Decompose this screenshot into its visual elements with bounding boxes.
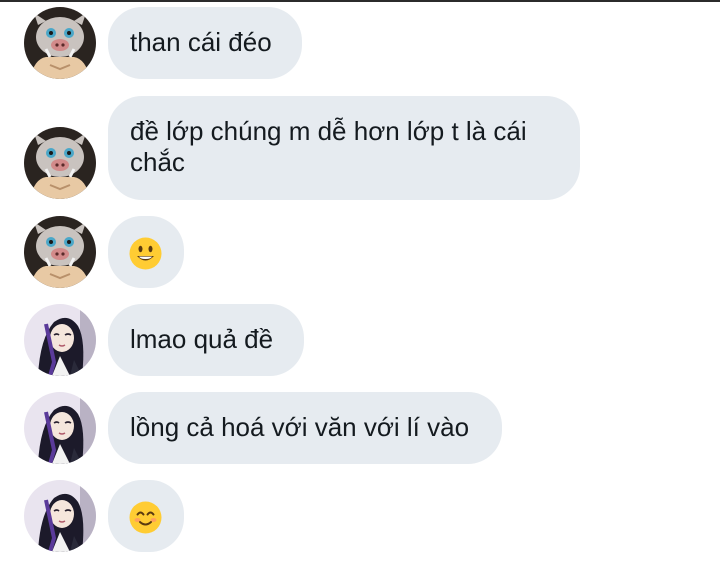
avatar[interactable] [24, 392, 96, 464]
message-row: than cái đéo [0, 7, 720, 79]
message-row: lmao quả đề [0, 304, 720, 376]
message-bubble[interactable]: lmao quả đề [108, 304, 304, 376]
message-bubble[interactable] [108, 480, 184, 552]
message-bubble[interactable]: đề lớp chúng m dễ hơn lớp t là cái chắc [108, 96, 580, 200]
avatar[interactable] [24, 304, 96, 376]
message-row: lồng cả hoá với văn với lí vào [0, 392, 720, 464]
message-row [0, 480, 720, 552]
avatar[interactable] [24, 480, 96, 552]
message-text: đề lớp chúng m dễ hơn lớp t là cái chắc [130, 116, 527, 177]
message-text: than cái đéo [130, 27, 272, 57]
avatar[interactable] [24, 127, 96, 199]
top-divider [0, 0, 720, 2]
avatar[interactable] [24, 216, 96, 288]
message-text: lồng cả hoá với văn với lí vào [130, 412, 470, 442]
message-bubble[interactable]: than cái đéo [108, 7, 302, 79]
avatar[interactable] [24, 7, 96, 79]
message-row: đề lớp chúng m dễ hơn lớp t là cái chắc [0, 96, 720, 200]
grinning-face-icon [129, 237, 162, 270]
message-bubble[interactable]: lồng cả hoá với văn với lí vào [108, 392, 502, 464]
smiling-face-with-smiling-eyes-icon [129, 501, 162, 534]
message-bubble[interactable] [108, 216, 184, 288]
message-row [0, 216, 720, 288]
message-text: lmao quả đề [130, 324, 274, 354]
